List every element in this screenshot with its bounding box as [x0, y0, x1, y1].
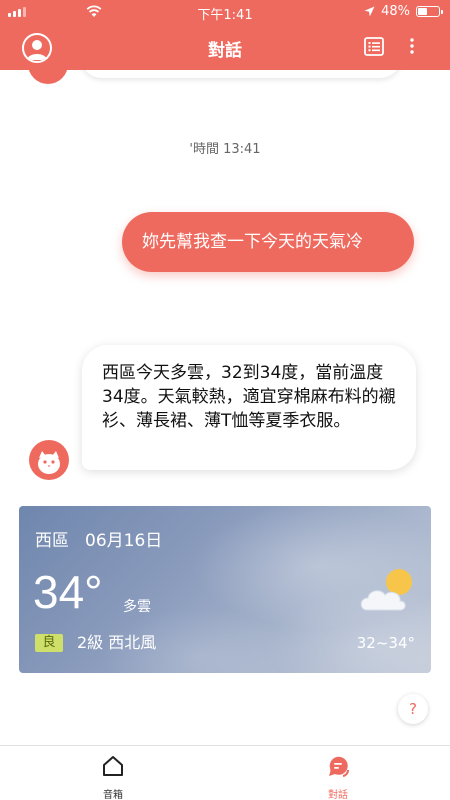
- chat-timestamp: '時間 13:41: [189, 142, 261, 157]
- top-bar: 下午1:41 48% 對話: [0, 0, 450, 70]
- weather-date: 06月16日: [85, 531, 163, 551]
- chat-icon: [329, 756, 350, 777]
- weather-temperature-range: 32~34°: [356, 634, 415, 652]
- nav-label-speaker: 音箱: [103, 790, 123, 800]
- weather-condition: 多雲: [123, 599, 151, 615]
- air-quality-badge: 良: [35, 634, 63, 652]
- location-arrow-icon: [364, 6, 375, 17]
- battery-percent: 48%: [381, 4, 410, 19]
- weather-card[interactable]: 西區 06月16日 34° 多雲 良 2級 西北風 32~34°: [19, 506, 431, 673]
- user-message-bubble: 妳先幫我查一下今天的天氣冷: [122, 212, 414, 272]
- more-options-icon[interactable]: [404, 36, 420, 56]
- weather-wind: 2級 西北風: [77, 633, 157, 652]
- partly-cloudy-icon: [360, 569, 412, 611]
- nav-item-chat[interactable]: 對話: [278, 746, 398, 800]
- weather-temperature: 34°: [33, 566, 103, 618]
- bot-avatar: [29, 440, 69, 480]
- weather-location: 西區: [35, 531, 69, 551]
- status-bar: 下午1:41 48%: [0, 0, 450, 23]
- bottom-navigation: 音箱 對話: [0, 745, 450, 800]
- nav-item-speaker[interactable]: 音箱: [53, 746, 173, 800]
- help-button[interactable]: ?: [398, 694, 428, 724]
- home-icon: [103, 756, 123, 776]
- bot-message-bubble: 西區今天多雲，32到34度，當前溫度34度。天氣較熱，適宜穿棉麻布料的襯衫、薄長…: [82, 345, 416, 470]
- battery-icon: [416, 6, 443, 17]
- owl-mascot-icon: [38, 451, 60, 474]
- list-icon[interactable]: [364, 37, 384, 56]
- nav-label-chat: 對話: [328, 790, 348, 800]
